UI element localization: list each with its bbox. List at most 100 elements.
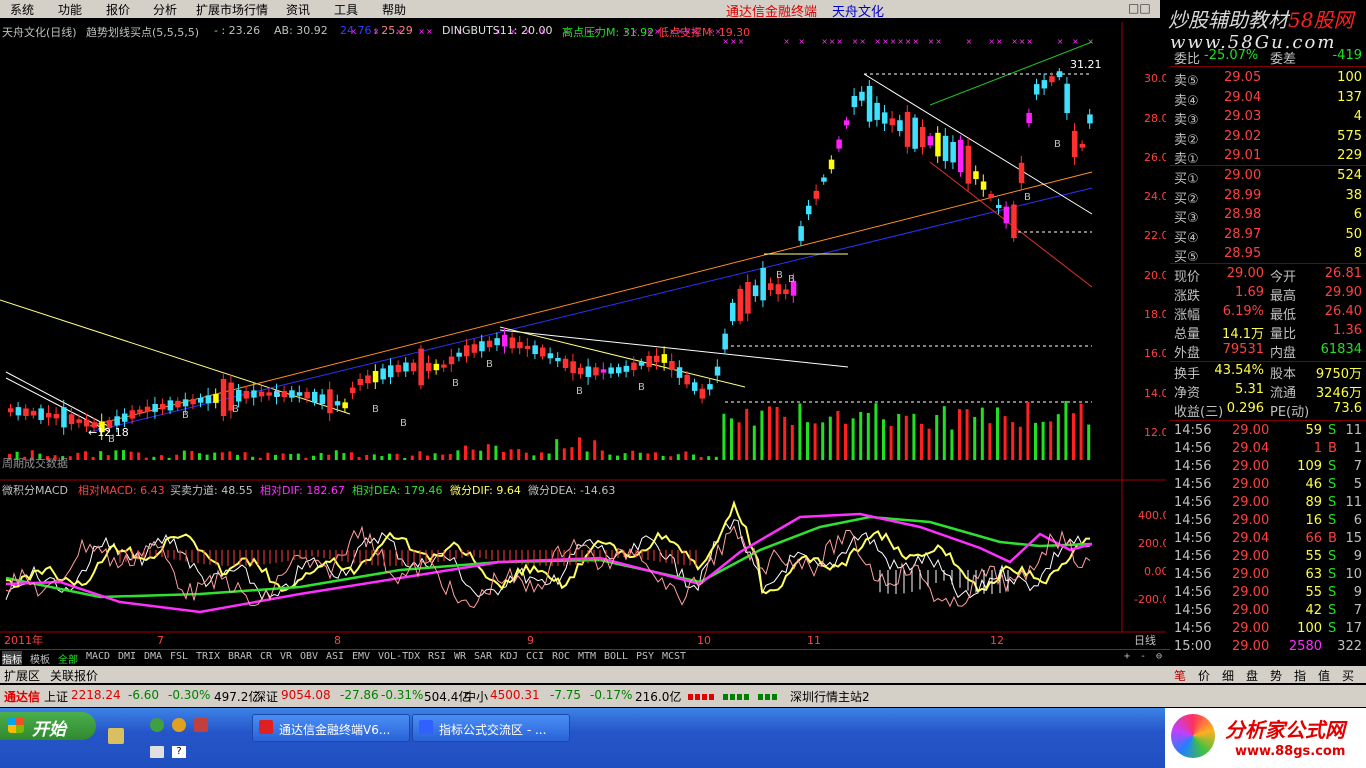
status-zx-label[interactable]: 中小 [464, 688, 488, 705]
menu-help[interactable]: 帮助 [382, 1, 406, 18]
low-support: 低点支撑M: 19.30 [658, 26, 751, 39]
keyboard-icon[interactable] [150, 746, 164, 758]
side-tab-5[interactable]: 指 [1294, 667, 1306, 684]
close-pane-button[interactable]: ⊖ [1156, 651, 1162, 665]
tab-rsi[interactable]: RSI [428, 651, 446, 665]
ask-volume: 100 [1337, 70, 1362, 85]
tab-macd[interactable]: MACD [86, 651, 110, 665]
tab-sar[interactable]: SAR [474, 651, 492, 665]
tab-cci[interactable]: CCI [526, 651, 544, 665]
tab-psy[interactable]: PSY [636, 651, 654, 665]
volume-bar [137, 452, 141, 460]
price-axis-20: 20.00 [1144, 269, 1166, 282]
kline-chart[interactable]: × × × × × × × × × × × × × × × × × × × × × × ×× × × × × × × × × × × × × × × × ×… [0, 22, 1166, 654]
side-tab-3[interactable]: 盘 [1246, 667, 1258, 684]
tab-dmi[interactable]: DMI [118, 651, 136, 665]
menu-ext-market[interactable]: 扩展市场行情 [196, 1, 268, 18]
tab-fsl[interactable]: FSL [170, 651, 188, 665]
volume-bar [897, 413, 901, 460]
stat2-value: 43.54% [1214, 363, 1264, 378]
side-tab-1[interactable]: 价 [1198, 667, 1210, 684]
stat-value2: 26.40 [1324, 304, 1362, 319]
volume-bar [471, 449, 475, 460]
task-forum[interactable]: 指标公式交流区 - ... [412, 714, 570, 742]
period-label[interactable]: 日线 [1134, 633, 1156, 647]
tick-price: 29.00 [1232, 495, 1270, 510]
high-price-marker: 31.21 [1070, 58, 1102, 71]
volume-bar [251, 456, 255, 460]
tab-kdj[interactable]: KDJ [500, 651, 518, 665]
volume-bar [198, 453, 201, 460]
buy-label: B [400, 418, 407, 429]
volume-bar [395, 453, 399, 460]
menu-function[interactable]: 功能 [58, 1, 82, 18]
volume-bar [578, 437, 581, 460]
tab-trix[interactable]: TRIX [196, 651, 220, 665]
tick-row: 14:56 29.00 109 S 7 [1170, 459, 1366, 477]
tab-wr[interactable]: WR [454, 651, 466, 665]
volume-bar [783, 416, 787, 460]
tab-mcst[interactable]: MCST [662, 651, 686, 665]
tab-cr[interactable]: CR [260, 651, 272, 665]
zoom-out-button[interactable]: - [1140, 651, 1146, 665]
tab-obv[interactable]: OBV [300, 651, 318, 665]
app-icon[interactable] [194, 718, 208, 732]
volume-bar [152, 456, 156, 460]
menu-info[interactable]: 资讯 [286, 1, 310, 18]
tab-boll[interactable]: BOLL [604, 651, 628, 665]
volume-bar [768, 406, 771, 460]
window-controls[interactable]: □□ [1128, 1, 1156, 17]
volume-bar [517, 449, 521, 460]
menu-quote[interactable]: 报价 [106, 1, 130, 18]
tab-emv[interactable]: EMV [352, 651, 370, 665]
side-tab-0[interactable]: 笔 [1174, 667, 1186, 684]
volume-bar [1011, 422, 1015, 460]
volume-bar [1049, 421, 1053, 460]
volume-bar [737, 422, 741, 460]
volume-bar [1087, 424, 1091, 460]
help-icon[interactable]: ? [172, 746, 186, 758]
menu-analysis[interactable]: 分析 [153, 1, 177, 18]
tab-related-quote[interactable]: 关联报价 [50, 667, 98, 684]
tab-全部[interactable]: 全部 [58, 651, 78, 666]
start-button[interactable]: 开始 [0, 712, 96, 740]
status-server[interactable]: 深圳行情主站2 [790, 688, 870, 705]
macd-axis-200: 200.0 [1138, 537, 1166, 550]
tick-count: 7 [1353, 459, 1362, 474]
volume-bar [958, 409, 961, 460]
tab-模板[interactable]: 模板 [30, 651, 50, 666]
stat-label: 外盘 [1174, 346, 1201, 361]
volume-bar [676, 454, 680, 460]
task-tdx[interactable]: 通达信金融终端V6... [252, 714, 410, 742]
status-sh-label[interactable]: 上证 [44, 688, 68, 705]
indicator-name: 趋势划线买点(5,5,5,5) [86, 26, 200, 39]
volume-bar [509, 449, 513, 460]
tab-roc[interactable]: ROC [552, 651, 570, 665]
side-tab-7[interactable]: 买 [1342, 667, 1354, 684]
stat-label: 总量 [1174, 327, 1201, 342]
tab-指标[interactable]: 指标 [2, 651, 22, 666]
side-tab-2[interactable]: 细 [1222, 667, 1234, 684]
candle [1011, 200, 1017, 242]
tab-dma[interactable]: DMA [144, 651, 162, 665]
zoom-in-button[interactable]: + [1124, 651, 1130, 665]
tab-vr[interactable]: VR [280, 651, 292, 665]
menu-system[interactable]: 系统 [10, 1, 34, 18]
weibi-label: 委比 [1174, 52, 1201, 67]
menu-tools[interactable]: 工具 [334, 1, 358, 18]
media-icon[interactable] [172, 718, 186, 732]
desktop-icon[interactable] [108, 728, 124, 744]
side-tab-6[interactable]: 值 [1318, 667, 1330, 684]
status-sz-label[interactable]: 深证 [254, 688, 278, 705]
volume-bar [593, 440, 597, 460]
ie-icon[interactable] [150, 718, 164, 732]
tab-mtm[interactable]: MTM [578, 651, 596, 665]
tab-ext-area[interactable]: 扩展区 [4, 667, 40, 684]
tab-vol-tdx[interactable]: VOL-TDX [378, 651, 420, 665]
side-tab-4[interactable]: 势 [1270, 667, 1282, 684]
tab-brar[interactable]: BRAR [228, 651, 252, 665]
price-axis-16: 16.00 [1144, 347, 1166, 360]
tab-asi[interactable]: ASI [326, 651, 344, 665]
buy-label: B [1054, 139, 1061, 150]
signal-x-mark: × [996, 37, 1003, 46]
